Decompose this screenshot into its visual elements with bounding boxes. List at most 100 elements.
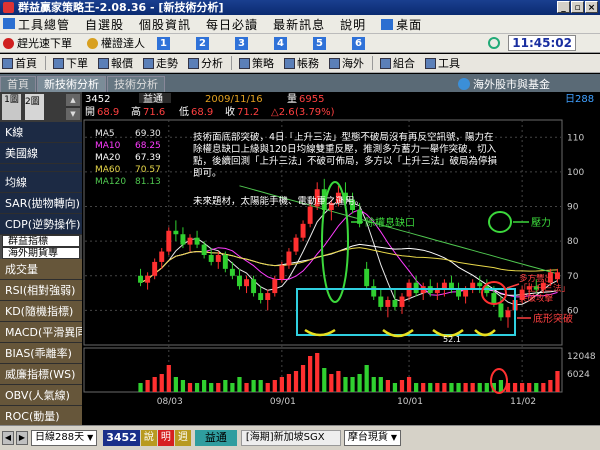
candle-body <box>456 289 462 297</box>
volume-bar <box>315 353 320 392</box>
candle-body <box>371 286 377 297</box>
indicator-obv[interactable]: OBV(人氣線) <box>0 385 82 406</box>
indicator-kline[interactable]: K線 <box>0 122 82 143</box>
volume-bar <box>251 380 256 392</box>
menu-news[interactable]: 最新訊息 <box>273 16 325 33</box>
indicator-group-overseas[interactable]: 海外期貨專 <box>2 247 80 259</box>
account-icon <box>284 57 295 69</box>
quick-slot-3[interactable]: 3 <box>235 36 248 50</box>
chart-area[interactable]: 3452 益通 2009/11/16 量 6955 日288 開 68.9 高 … <box>83 92 600 425</box>
quick-slot-1[interactable]: 1 <box>157 36 170 50</box>
next-arrow-icon[interactable]: ▶ <box>16 431 28 445</box>
quick-slot-4[interactable]: 4 <box>274 36 287 50</box>
volume-bar <box>322 368 327 392</box>
toolbar-analysis[interactable]: 分析 <box>186 55 223 71</box>
ma120-label: MA120 <box>95 177 126 187</box>
quick-slot-2[interactable]: 2 <box>196 36 209 50</box>
volume-bar <box>343 377 348 392</box>
indicator-ma[interactable]: 均線 <box>0 172 82 193</box>
indicator-bias[interactable]: BIAS(乖離率) <box>0 343 82 364</box>
quick-button-3[interactable]: 週 <box>174 430 191 446</box>
ma60-label: MA60 <box>95 165 121 175</box>
toolbar-strategy[interactable]: 策略 <box>237 55 274 71</box>
toolbar-divider <box>231 56 232 70</box>
menu-daily-read[interactable]: 每日必讀 <box>206 16 258 33</box>
menu-desktop[interactable]: 桌面 <box>381 16 422 33</box>
chevron-down-icon: ▼ <box>390 433 398 442</box>
ma5-value: 69.30 <box>135 129 161 139</box>
indicator-group-capital[interactable]: 群益指標 <box>2 235 80 247</box>
indicator-sar[interactable]: SAR(拋物轉向) <box>0 193 82 214</box>
stock-code: 3452 <box>85 94 110 105</box>
scroll-down-icon[interactable]: ▼ <box>66 108 80 120</box>
period-label: 日288 <box>565 94 594 105</box>
volume-bar <box>392 383 398 392</box>
tab-home[interactable]: 首頁 <box>0 76 36 92</box>
tab-technical-analysis[interactable]: 技術分析 <box>107 76 165 92</box>
volume-bar <box>357 374 362 392</box>
candle-body <box>201 244 207 255</box>
indicator-volume[interactable]: 成交量 <box>0 259 82 280</box>
theme-note-text: 未來題材，太陽能手機、電動車之運用。 <box>193 196 365 207</box>
toolbar-quote[interactable]: 報價 <box>96 55 133 71</box>
volume-bar <box>159 374 164 392</box>
one-chart-button[interactable]: 1圖 <box>2 94 21 120</box>
candle-body <box>364 268 370 287</box>
volume-bar <box>385 380 390 392</box>
toolbar-account[interactable]: 帳務 <box>282 55 319 71</box>
quick-button-2[interactable]: 明 <box>157 430 174 446</box>
menu-help[interactable]: 說明 <box>340 16 366 33</box>
ma10-value: 68.25 <box>135 141 161 151</box>
indicator-panel: 1圖 2圖 ▲ ▼ K線 美國線 均線 SAR(拋物轉向) CDP(逆勢操作) 群… <box>0 92 83 427</box>
volume-bar <box>406 377 412 392</box>
indicator-us-line[interactable]: 美國線 <box>0 143 82 164</box>
candle-body <box>378 296 384 307</box>
volume-bar <box>187 383 193 392</box>
indicator-williams[interactable]: 威廉指標(WS) <box>0 364 82 385</box>
quick-button-1[interactable]: 說 <box>140 430 157 446</box>
toolbar-tools[interactable]: 工具 <box>423 55 460 71</box>
volume-bar <box>498 380 504 392</box>
candle-body <box>138 275 144 283</box>
candlestick-chart[interactable]: 3452 益通 2009/11/16 量 6955 日288 開 68.9 高 … <box>83 92 600 425</box>
candle-body <box>498 303 504 318</box>
volume-bar <box>484 383 489 392</box>
menu-stock-info[interactable]: 個股資訊 <box>139 16 191 33</box>
toolbar-home-label: 首頁 <box>15 57 37 70</box>
menu-tools[interactable]: 工具總管 <box>2 16 70 33</box>
two-chart-button[interactable]: 2圖 <box>25 94 44 120</box>
toolbar-overseas[interactable]: 海外 <box>327 55 364 71</box>
tab-new-technical-analysis[interactable]: 新技術分析 <box>37 76 106 92</box>
toolbar-home[interactable]: 首頁 <box>0 55 37 71</box>
time-tick-label: 09/01 <box>270 397 296 407</box>
overseas-markets-link[interactable]: 海外股市與基金 <box>458 76 550 92</box>
indicator-kd[interactable]: KD(隨機指標) <box>0 301 82 322</box>
minimize-button[interactable]: _ <box>557 1 570 13</box>
overseas-markets-label: 海外股市與基金 <box>473 78 550 91</box>
range-select[interactable]: 日線288天 ▼ <box>31 430 98 446</box>
open-value: 68.9 <box>97 107 119 118</box>
market-select[interactable]: 摩台現貨 ▼ <box>343 430 402 446</box>
toolbar-trend[interactable]: 走勢 <box>141 55 178 71</box>
warrant-master[interactable]: 權證達人 <box>84 35 145 51</box>
toolbar-order[interactable]: 下單 <box>51 55 88 71</box>
news-ticker[interactable]: [海期]新加坡SGX <box>240 430 341 446</box>
candle-body <box>491 293 497 304</box>
scroll-up-icon[interactable]: ▲ <box>66 94 80 106</box>
quick-slot-5[interactable]: 5 <box>313 36 326 50</box>
quick-order[interactable]: 趕光速下單 <box>0 35 72 51</box>
indicator-cdp[interactable]: CDP(逆勢操作) <box>0 214 82 235</box>
close-button[interactable]: × <box>585 1 598 13</box>
quick-slot-6[interactable]: 6 <box>352 36 365 50</box>
indicator-rsi[interactable]: RSI(相對強弱) <box>0 280 82 301</box>
restore-button[interactable]: ▫ <box>571 1 584 13</box>
indicator-roc[interactable]: ROC(動量) <box>0 406 82 427</box>
menu-watchlist[interactable]: 自選股 <box>85 16 124 33</box>
toolbar-overseas-label: 海外 <box>342 57 364 70</box>
indicator-macd[interactable]: MACD(平滑異同) <box>0 322 82 343</box>
panel-scroller[interactable]: ▲ ▼ <box>66 94 80 120</box>
toolbar-combo[interactable]: 組合 <box>378 55 415 71</box>
prev-arrow-icon[interactable]: ◀ <box>2 431 14 445</box>
pressure-ellipse <box>488 211 512 233</box>
stock-code-input[interactable]: 3452 <box>103 430 140 446</box>
